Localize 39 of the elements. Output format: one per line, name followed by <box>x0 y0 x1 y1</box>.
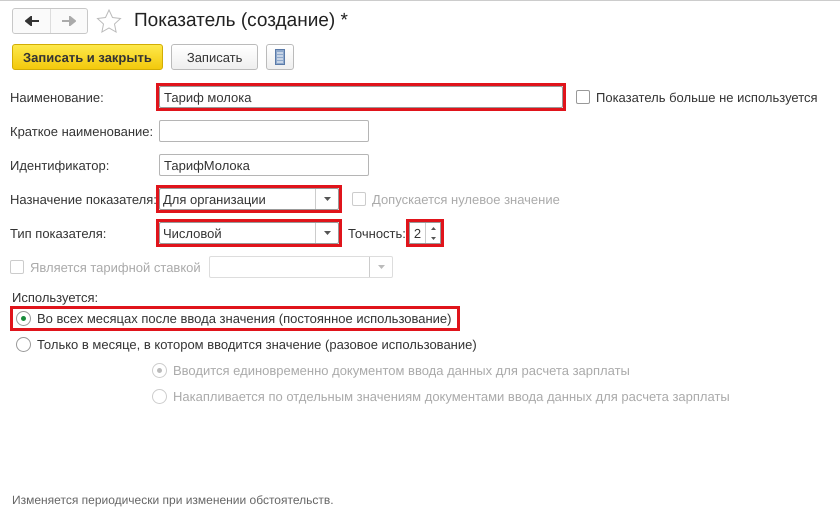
input-field[interactable]: Тариф молока <box>159 86 563 108</box>
radio-label: Только в месяце, в котором вводится значение (разовое использование) <box>37 337 477 352</box>
window-title: Показатель (создание) * <box>134 10 348 32</box>
dropdown-field[interactable]: Числовой <box>159 222 339 244</box>
save-button[interactable]: Записать <box>170 44 258 70</box>
radio-label: Вводится единовременно документом ввода данных для расчета зарплаты <box>173 363 630 378</box>
back-arrow-icon <box>24 16 38 26</box>
list-icon <box>275 49 286 65</box>
dropdown-arrow-icon <box>324 197 330 201</box>
spin-up-icon[interactable] <box>430 226 436 230</box>
checkbox[interactable] <box>576 90 590 104</box>
input-field[interactable] <box>159 120 369 142</box>
footer-note: Изменяется периодически при изменении обстоятельств. <box>12 493 334 507</box>
save-and-close-button[interactable]: Записать и закрыть <box>12 44 163 70</box>
more-button[interactable] <box>266 44 294 70</box>
field-label: Идентификатор: <box>10 158 110 172</box>
field-label: Наименование: <box>10 90 105 104</box>
dropdown-value: Числовой <box>163 226 222 240</box>
dropdown-arrow-icon <box>324 231 330 235</box>
radio-button[interactable] <box>16 311 31 326</box>
star-icon[interactable] <box>96 9 122 33</box>
number-spinner[interactable]: 2 <box>408 222 442 244</box>
field-label: Тип показателя: <box>10 226 108 240</box>
radio-button[interactable] <box>16 337 31 352</box>
spin-down-icon[interactable] <box>430 236 436 240</box>
checkbox-label: Является тарифной ставкой <box>30 260 201 274</box>
field-label: Назначение показателя: <box>10 192 156 206</box>
dropdown-arrow-icon <box>378 265 384 269</box>
group-label: Используется: <box>11 290 100 305</box>
input-field[interactable]: ТарифМолока <box>159 154 369 176</box>
dropdown-value: Для организации <box>163 192 266 206</box>
checkbox-label: Допускается нулевое значение <box>372 192 560 206</box>
field-label: Точность: <box>348 226 406 240</box>
field-label: Краткое наименование: <box>10 124 154 138</box>
radio-label: Во всех месяцах после ввода значения (постоянное использование) <box>37 311 452 326</box>
forward-arrow-icon <box>62 16 76 26</box>
radio-label: Накапливается по отдельным значениям документами ввода данных для расчета зарплаты <box>173 389 730 404</box>
checkbox-label: Показатель больше не используется <box>596 90 818 104</box>
dropdown-field[interactable]: Для организации <box>159 188 339 210</box>
